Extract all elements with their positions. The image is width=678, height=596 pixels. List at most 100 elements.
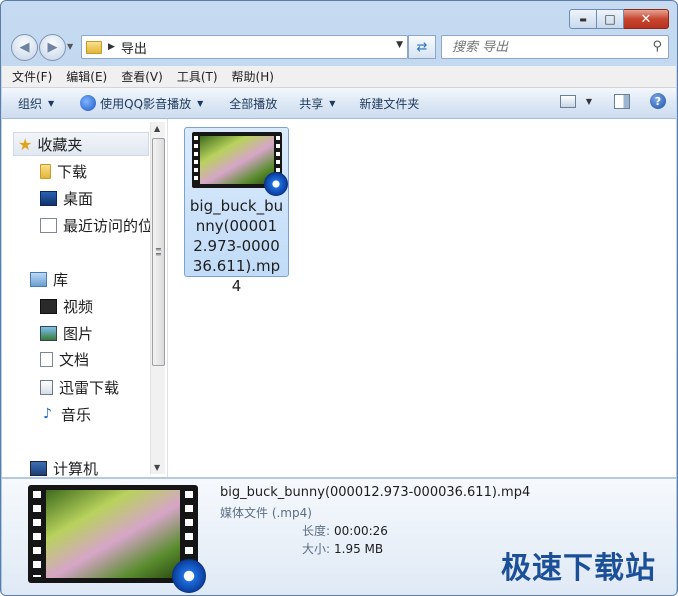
folder-icon bbox=[86, 40, 102, 54]
details-length-row: 长度: 00:00:26 bbox=[298, 522, 388, 539]
help-icon[interactable]: ? bbox=[650, 93, 666, 109]
nav-downloads[interactable]: 下载 bbox=[40, 161, 87, 182]
breadcrumb-arrow-icon[interactable]: ▶ bbox=[108, 42, 115, 52]
nav-downloads-label: 下载 bbox=[57, 163, 88, 181]
scroll-down-icon[interactable]: ▼ bbox=[154, 463, 160, 472]
menu-file[interactable]: 文件(F) bbox=[12, 68, 52, 85]
file-list: big_buck_bunny(000012.973-000036.611).mp… bbox=[168, 119, 676, 477]
caption-buttons: ▬ □ ✕ bbox=[569, 9, 669, 29]
nav-favorites-label: 收藏夹 bbox=[37, 135, 83, 154]
details-thumbnail bbox=[28, 485, 206, 593]
explorer-window: ▬ □ ✕ ◀ ▶ ▼ ▶ 导出 ▼ ⇄ ⚲ 文件(F) 编辑(E) 查看(V)… bbox=[0, 0, 678, 596]
share-button[interactable]: 共享 ▼ bbox=[293, 95, 341, 112]
forward-button[interactable]: ▶ bbox=[39, 34, 66, 61]
details-length-label: 长度: bbox=[301, 524, 330, 538]
view-options-dropdown-icon[interactable]: ▼ bbox=[586, 97, 592, 106]
scrollbar-thumb[interactable]: ═ ═ bbox=[152, 138, 165, 366]
xunlei-download-icon bbox=[40, 380, 53, 395]
back-arrow-icon: ◀ bbox=[19, 40, 30, 55]
address-row: ◀ ▶ ▼ ▶ 导出 ▼ ⇄ ⚲ bbox=[9, 34, 669, 61]
forward-arrow-icon: ▶ bbox=[47, 40, 58, 55]
video-frame bbox=[46, 490, 180, 578]
nav-videos[interactable]: 视频 bbox=[40, 296, 93, 317]
refresh-button[interactable]: ⇄ bbox=[408, 35, 436, 59]
chevron-down-icon: ▼ bbox=[329, 98, 336, 108]
star-icon: ★ bbox=[18, 134, 33, 154]
organize-button[interactable]: 组织 ▼ bbox=[12, 95, 60, 112]
nav-scrollbar[interactable]: ▲ ═ ═ ▼ bbox=[150, 122, 165, 474]
nav-desktop-label: 桌面 bbox=[63, 190, 94, 208]
minimize-icon: ▬ bbox=[579, 14, 587, 24]
nav-documents[interactable]: 文档 bbox=[40, 349, 89, 370]
recent-places-icon bbox=[40, 218, 57, 233]
navigation-pane: ★ 收藏夹 下载 桌面 最近访问的位 库 视频 图片 文档 迅雷下载 ♪ 音乐 计算… bbox=[2, 119, 168, 477]
document-library-icon bbox=[40, 352, 53, 367]
details-size-row: 大小: 1.95 MB bbox=[298, 540, 383, 557]
nav-desktop[interactable]: 桌面 bbox=[40, 188, 93, 209]
back-button[interactable]: ◀ bbox=[11, 34, 38, 61]
scroll-up-icon[interactable]: ▲ bbox=[154, 124, 160, 133]
details-pane: big_buck_bunny(000012.973-000036.611).mp… bbox=[2, 478, 676, 595]
preview-pane-icon[interactable] bbox=[614, 93, 630, 109]
address-bar[interactable]: ▶ 导出 ▼ bbox=[81, 35, 408, 59]
minimize-button[interactable]: ▬ bbox=[569, 9, 597, 29]
share-label: 共享 bbox=[299, 96, 324, 111]
change-view-icon[interactable] bbox=[559, 94, 576, 108]
grip-icon: ═ ═ bbox=[156, 245, 161, 259]
details-size-value: 1.95 MB bbox=[334, 542, 384, 556]
watermark: 极速下载站 bbox=[501, 551, 656, 586]
new-folder-button[interactable]: 新建文件夹 bbox=[353, 95, 425, 112]
nav-recent[interactable]: 最近访问的位 bbox=[40, 215, 153, 236]
menu-view[interactable]: 查看(V) bbox=[121, 68, 163, 85]
menu-bar: 文件(F) 编辑(E) 查看(V) 工具(T) 帮助(H) bbox=[2, 66, 676, 88]
play-with-qq-button[interactable]: 使用QQ影音播放 ▼ bbox=[74, 95, 209, 112]
file-item[interactable]: big_buck_bunny(000012.973-000036.611).mp… bbox=[184, 127, 289, 295]
nav-computer[interactable]: 计算机 bbox=[30, 458, 98, 477]
details-file-name: big_buck_bunny(000012.973-000036.611).mp… bbox=[220, 485, 531, 500]
film-strip-icon bbox=[193, 136, 198, 184]
play-with-label: 使用QQ影音播放 bbox=[100, 96, 192, 111]
chevron-down-icon: ▼ bbox=[197, 98, 204, 108]
qq-player-icon bbox=[80, 95, 97, 111]
breadcrumb-current[interactable]: 导出 bbox=[121, 38, 147, 57]
nav-recent-label: 最近访问的位 bbox=[63, 217, 154, 235]
menu-help[interactable]: 帮助(H) bbox=[232, 68, 274, 85]
search-box[interactable]: ⚲ bbox=[441, 35, 669, 59]
toolbar-right: ▼ ? bbox=[559, 93, 666, 109]
details-length-value: 00:00:26 bbox=[334, 524, 388, 538]
film-reel-icon bbox=[263, 172, 288, 196]
maximize-icon: □ bbox=[604, 12, 616, 26]
close-button[interactable]: ✕ bbox=[624, 9, 669, 29]
music-note-icon: ♪ bbox=[43, 406, 52, 422]
refresh-icon: ⇄ bbox=[416, 39, 428, 55]
nav-pictures[interactable]: 图片 bbox=[40, 323, 93, 344]
video-library-icon bbox=[40, 299, 57, 314]
menu-tools[interactable]: 工具(T) bbox=[177, 68, 218, 85]
menu-edit[interactable]: 编辑(E) bbox=[66, 68, 107, 85]
nav-pictures-label: 图片 bbox=[63, 325, 94, 343]
folder-icon bbox=[40, 164, 51, 179]
nav-libraries[interactable]: 库 bbox=[30, 269, 68, 290]
maximize-button[interactable]: □ bbox=[597, 9, 624, 29]
nav-videos-label: 视频 bbox=[63, 298, 94, 316]
nav-music-label: 音乐 bbox=[61, 406, 92, 424]
library-icon bbox=[30, 272, 47, 287]
computer-icon bbox=[30, 461, 47, 476]
new-folder-label: 新建文件夹 bbox=[359, 96, 420, 111]
recent-pages-dropdown-icon[interactable]: ▼ bbox=[67, 42, 73, 51]
search-icon[interactable]: ⚲ bbox=[652, 39, 662, 54]
desktop-icon bbox=[40, 191, 57, 206]
nav-documents-label: 文档 bbox=[59, 351, 90, 369]
address-dropdown-icon[interactable]: ▼ bbox=[396, 40, 403, 50]
search-input[interactable] bbox=[450, 38, 644, 56]
nav-xunlei[interactable]: 迅雷下载 bbox=[40, 377, 119, 398]
nav-favorites[interactable]: ★ 收藏夹 bbox=[13, 132, 149, 156]
chevron-down-icon: ▼ bbox=[48, 98, 55, 108]
nav-music[interactable]: ♪ 音乐 bbox=[40, 404, 91, 425]
nav-xunlei-label: 迅雷下载 bbox=[59, 379, 120, 397]
nav-libraries-label: 库 bbox=[53, 271, 69, 289]
play-all-button[interactable]: 全部播放 bbox=[223, 95, 283, 112]
picture-library-icon bbox=[40, 326, 57, 341]
video-frame bbox=[199, 136, 274, 184]
organize-label: 组织 bbox=[18, 96, 43, 111]
